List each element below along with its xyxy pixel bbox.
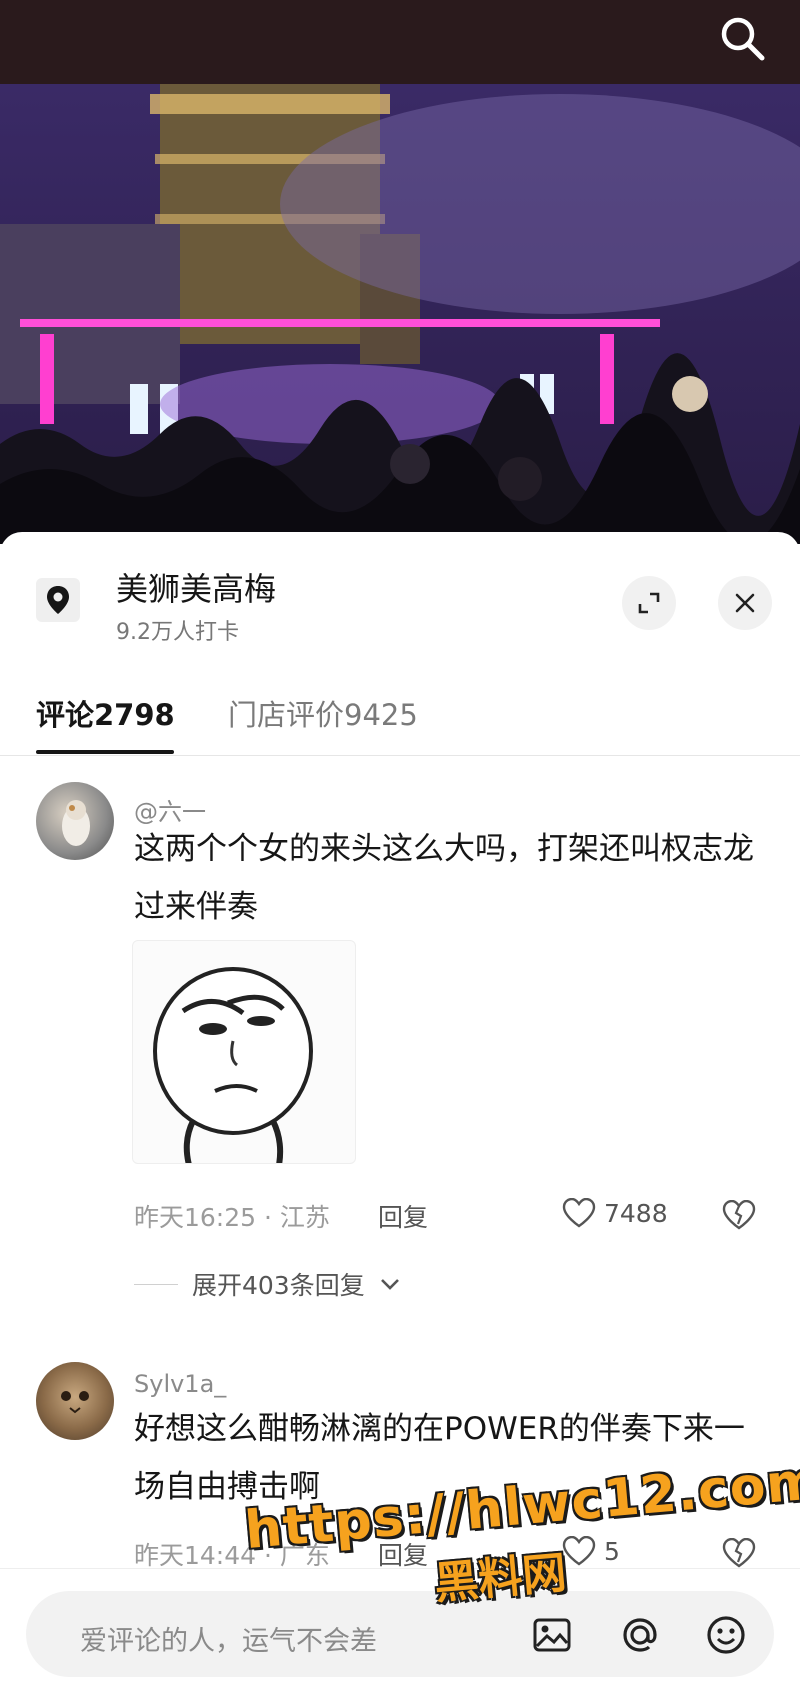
checkin-count: 9.2万人打卡 [116,620,239,645]
comment-time-location: 昨天16:25 · 江苏 [134,1203,330,1232]
comment-time-location: 昨天14:44 · 广东 [134,1541,330,1570]
comment-input-placeholder: 爱评论的人，运气不会差 [80,1626,377,1657]
avatar[interactable] [36,782,114,860]
expand-icon [638,592,660,614]
reply-button[interactable]: 回复 [378,1198,428,1234]
avatar[interactable] [36,1362,114,1440]
at-icon [623,1618,657,1652]
dislike-button[interactable] [722,1537,756,1572]
location-header: 美狮美高梅 9.2万人打卡 [0,532,800,662]
comment-username[interactable]: Sylv1a_ [134,1370,226,1398]
expand-button[interactable] [622,576,676,630]
like-count: 5 [604,1536,620,1566]
video-player[interactable] [0,84,800,544]
comment-text: 好想这么酣畅淋漓的在POWER的伴奏下来一场自由搏击啊 [134,1411,745,1505]
broken-heart-icon [722,1199,756,1230]
broken-heart-icon [722,1537,756,1568]
concert-scene-image [0,84,800,544]
tab-comments[interactable]: 评论2798 [36,692,175,734]
image-icon [533,1618,571,1652]
expand-replies-button[interactable]: 展开403条回复 [134,1266,401,1302]
location-pin-icon [36,578,80,622]
heart-icon [562,1536,596,1566]
like-button[interactable]: 5 [562,1536,620,1566]
reply-button[interactable]: 回复 [378,1536,428,1572]
comment-text: 这两个个女的来头这么大吗，打架还叫权志龙过来伴奏 [134,831,754,925]
comment-input-bar: 爱评论的人，运气不会差 [0,1568,800,1695]
heart-icon [562,1198,596,1228]
comment-input[interactable]: 爱评论的人，运气不会差 [26,1591,774,1677]
dislike-button[interactable] [722,1199,756,1234]
image-button[interactable] [530,1613,574,1657]
mention-button[interactable] [618,1613,662,1657]
tab-bar: 评论2798 门店评价9425 [0,678,800,756]
close-button[interactable] [718,576,772,630]
like-button[interactable]: 7488 [562,1198,668,1228]
search-icon [721,17,765,61]
meme-sticker-image[interactable] [132,940,356,1164]
search-button[interactable] [714,10,770,66]
like-count: 7488 [604,1198,668,1228]
comment-item: @六一 这两个个女的来头这么大吗，打架还叫权志龙过来伴奏 昨天16:25 · 江… [0,780,800,1320]
divider [134,1283,178,1285]
top-bar [0,0,800,84]
comment-item: Sylv1a_ 好想这么酣畅淋漓的在POWER的伴奏下来一场自由搏击啊 昨天14… [0,1332,800,1572]
expand-replies-label: 展开403条回复 [192,1271,365,1300]
location-name[interactable]: 美狮美高梅 [116,564,276,610]
active-tab-indicator [36,750,174,754]
tab-store-reviews[interactable]: 门店评价9425 [228,692,418,734]
emoji-button[interactable] [704,1613,748,1657]
chevron-down-icon [380,1279,399,1290]
close-icon [735,593,755,613]
comments-sheet: 美狮美高梅 9.2万人打卡 评论2798 门店评价9425 @六一 这两个个女的… [0,532,800,1695]
emoji-icon [707,1616,745,1654]
